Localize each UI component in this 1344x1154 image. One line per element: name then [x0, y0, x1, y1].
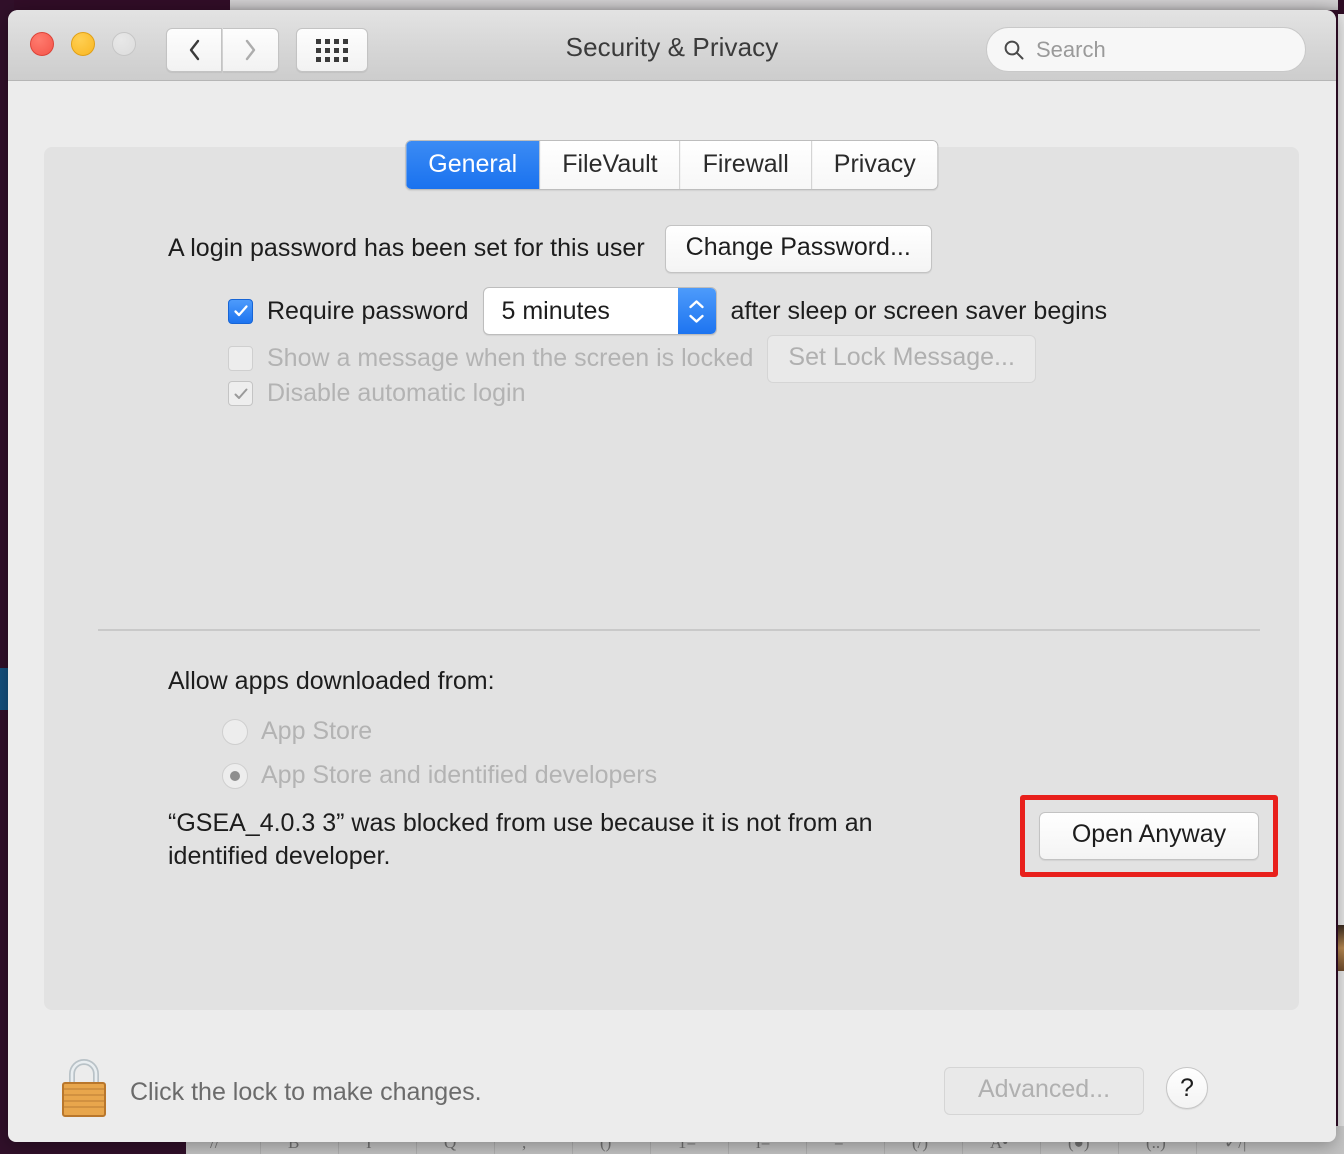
radio-app-store-and-identified-developers: App Store and identified developers: [222, 761, 657, 790]
require-password-interval-stepper[interactable]: 5 minutes: [483, 287, 717, 335]
show-lock-message-label: Show a message when the screen is locked: [267, 344, 753, 373]
checkmark-icon: [233, 386, 249, 402]
login-password-row: A login password has been set for this u…: [168, 225, 932, 273]
tab-general[interactable]: General: [406, 141, 540, 189]
radio-selected-dot: [230, 771, 240, 781]
help-button[interactable]: ?: [1166, 1067, 1208, 1109]
stepper-up-down-icon[interactable]: [678, 288, 716, 334]
settings-tab-bar: GeneralFileVaultFirewallPrivacy: [405, 140, 938, 190]
open-anyway-button[interactable]: Open Anyway: [1039, 812, 1259, 860]
require-password-label: Require password: [267, 297, 469, 326]
general-settings-panel: A login password has been set for this u…: [44, 147, 1299, 1010]
radio-app-store: App Store: [222, 717, 372, 746]
lock-message-row: Show a message when the screen is locked…: [228, 335, 1036, 383]
tab-filevault[interactable]: FileVault: [540, 141, 680, 189]
app-store-radio: [222, 719, 248, 745]
search-icon: [1003, 39, 1025, 61]
padlock-closed-icon: [56, 1054, 112, 1120]
app-store-label: App Store: [261, 717, 372, 746]
identified-developers-label: App Store and identified developers: [261, 761, 657, 790]
chevron-up-icon: [688, 299, 705, 310]
change-password-button[interactable]: Change Password...: [665, 225, 932, 273]
show-lock-message-checkbox: [228, 346, 253, 371]
require-password-interval-value: 5 minutes: [484, 288, 678, 334]
security-privacy-window: Security & Privacy Search A login passwo…: [8, 10, 1336, 1142]
lock-button[interactable]: [56, 1054, 112, 1120]
window-titlebar: Security & Privacy Search: [8, 10, 1336, 81]
open-anyway-highlight-box: Open Anyway: [1020, 795, 1278, 877]
checkmark-icon: [233, 303, 249, 319]
background-right-thumbnail: [1338, 925, 1344, 971]
background-right-dark: [1338, 0, 1344, 14]
identified-developers-radio: [222, 763, 248, 789]
allow-apps-title: Allow apps downloaded from:: [168, 667, 495, 696]
blocked-app-message: “GSEA_4.0.3 3” was blocked from use beca…: [168, 807, 958, 873]
tab-privacy[interactable]: Privacy: [812, 141, 938, 189]
section-divider: [98, 629, 1260, 631]
advanced-button: Advanced...: [944, 1067, 1144, 1115]
chevron-down-icon: [688, 313, 705, 324]
background-right-sliver: [1338, 0, 1344, 1154]
login-status-label: A login password has been set for this u…: [168, 234, 645, 263]
require-password-row: Require password 5 minutes after sleep o…: [228, 287, 1107, 335]
search-placeholder: Search: [1036, 37, 1106, 63]
require-password-suffix-label: after sleep or screen saver begins: [731, 297, 1108, 326]
disable-auto-login-label: Disable automatic login: [267, 379, 525, 408]
set-lock-message-button: Set Lock Message...: [767, 335, 1036, 383]
disable-auto-login-checkbox: [228, 381, 253, 406]
tab-firewall[interactable]: Firewall: [681, 141, 812, 189]
require-password-checkbox[interactable]: [228, 299, 253, 324]
lock-hint-label: Click the lock to make changes.: [130, 1078, 482, 1107]
disable-auto-login-row: Disable automatic login: [228, 379, 525, 408]
search-input[interactable]: Search: [986, 27, 1306, 72]
